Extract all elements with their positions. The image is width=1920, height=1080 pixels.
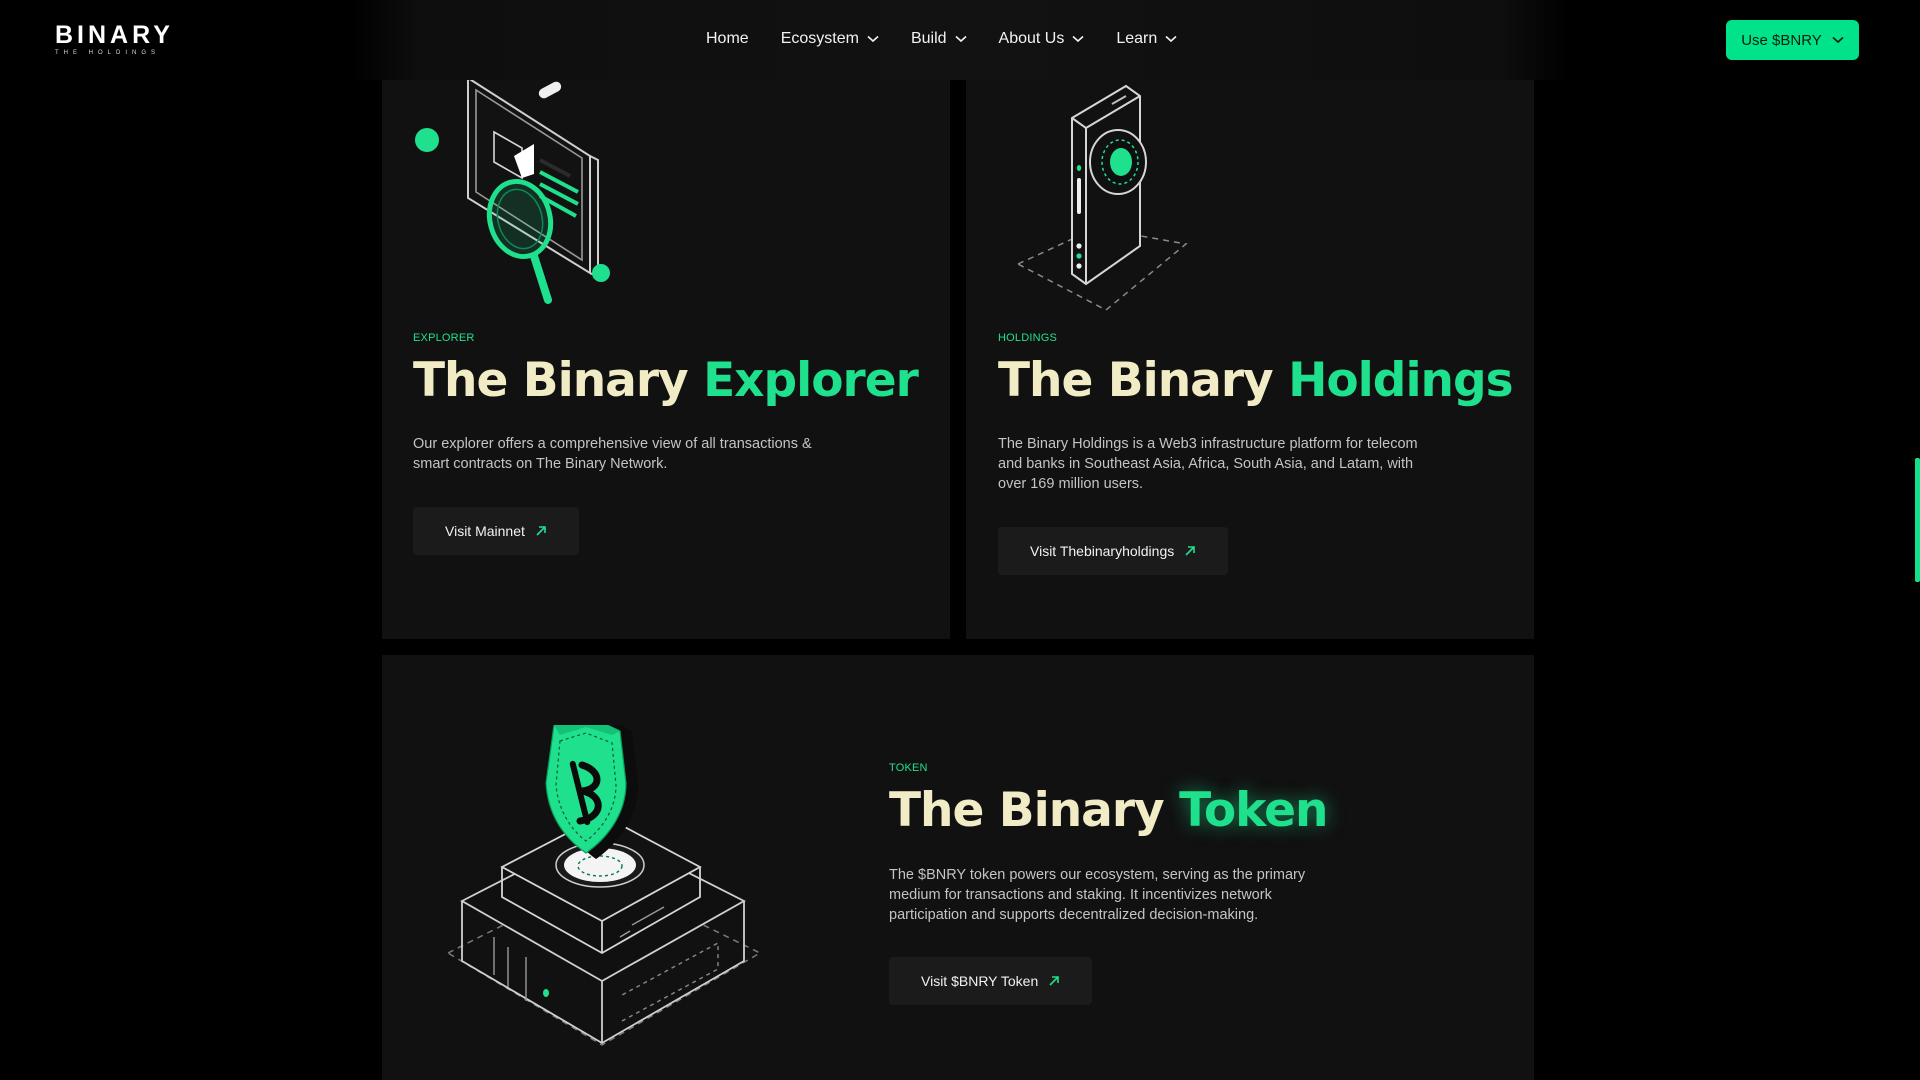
binary-logo[interactable]: BINARY The Holdings — [55, 22, 170, 56]
shield-on-chip-illustration — [446, 725, 762, 1046]
card-title-accent: Token — [1179, 783, 1328, 838]
main-menu: Home Ecosystem Build About Us Learn — [706, 28, 1209, 50]
button-label: Visit Mainnet — [445, 523, 525, 539]
phone-camera-illustration — [1016, 84, 1188, 311]
cta-label: Use $BNRY — [1741, 31, 1822, 49]
chevron-down-icon — [1072, 35, 1084, 43]
nav-item-learn[interactable]: Learn — [1116, 28, 1177, 50]
nav-item-label: Build — [910, 30, 947, 47]
visit-thebinaryholdings-button[interactable]: Visit Thebinaryholdings — [998, 527, 1229, 575]
explorer-card: EXPLORER The Binary Explorer Our explore… — [382, 0, 950, 639]
nav-item-about-us[interactable]: About Us — [999, 28, 1085, 50]
arrow-up-right-icon — [1185, 546, 1196, 556]
chevron-down-icon — [1165, 35, 1177, 43]
chevron-down-icon — [954, 35, 967, 43]
card-description: Our explorer offers a comprehensive view… — [413, 436, 812, 472]
card-title-main: The Binary — [889, 783, 1180, 838]
card-title-accent: Explorer — [703, 353, 919, 408]
chevron-down-icon — [867, 35, 879, 43]
card-eyebrow: EXPLORER — [413, 332, 475, 344]
chevron-down-icon — [1832, 36, 1844, 44]
nav-item-home[interactable]: Home — [706, 28, 749, 50]
card-eyebrow: TOKEN — [889, 762, 928, 774]
token-card: TOKEN The Binary Token The $BNRY token p… — [382, 655, 1534, 1080]
button-label: Visit $BNRY Token — [921, 973, 1039, 989]
nav-item-label: Home — [706, 30, 749, 47]
card-title: The Binary Holdings — [998, 353, 1514, 409]
nav-item-label: Learn — [1116, 30, 1158, 47]
nav-item-ecosystem[interactable]: Ecosystem — [781, 28, 879, 50]
logo-wordmark: BINARY — [55, 21, 174, 49]
nav-item-label: Ecosystem — [780, 30, 859, 47]
visit-bnry-token-button[interactable]: Visit $BNRY Token — [889, 957, 1093, 1005]
card-title-main: The Binary — [998, 353, 1289, 408]
card-title: The Binary Explorer — [413, 353, 919, 409]
card-description: The $BNRY token powers our ecosystem, se… — [889, 867, 1306, 923]
arrow-up-right-icon — [536, 526, 546, 536]
card-title-accent: Holdings — [1288, 353, 1514, 408]
arrow-up-right-icon — [1049, 976, 1060, 986]
top-navbar: BINARY The Holdings Home Ecosystem Build… — [0, 0, 1920, 80]
nav-item-label: About Us — [998, 30, 1065, 47]
logo-subtitle: The Holdings — [55, 50, 161, 56]
visit-mainnet-button[interactable]: Visit Mainnet — [413, 507, 579, 555]
card-description: The Binary Holdings is a Web3 infrastruc… — [998, 436, 1418, 492]
nav-item-build[interactable]: Build — [911, 28, 967, 50]
card-title: The Binary Token — [889, 783, 1329, 839]
button-label: Visit Thebinaryholdings — [1030, 543, 1175, 559]
use-bnry-button[interactable]: Use $BNRY — [1726, 20, 1859, 60]
magnifier-screen-illustration — [415, 76, 610, 304]
scrollbar-thumb[interactable] — [1915, 458, 1920, 582]
holdings-card: HOLDINGS The Binary Holdings The Binary … — [966, 0, 1534, 639]
card-title-main: The Binary — [413, 353, 704, 408]
card-eyebrow: HOLDINGS — [998, 332, 1058, 344]
